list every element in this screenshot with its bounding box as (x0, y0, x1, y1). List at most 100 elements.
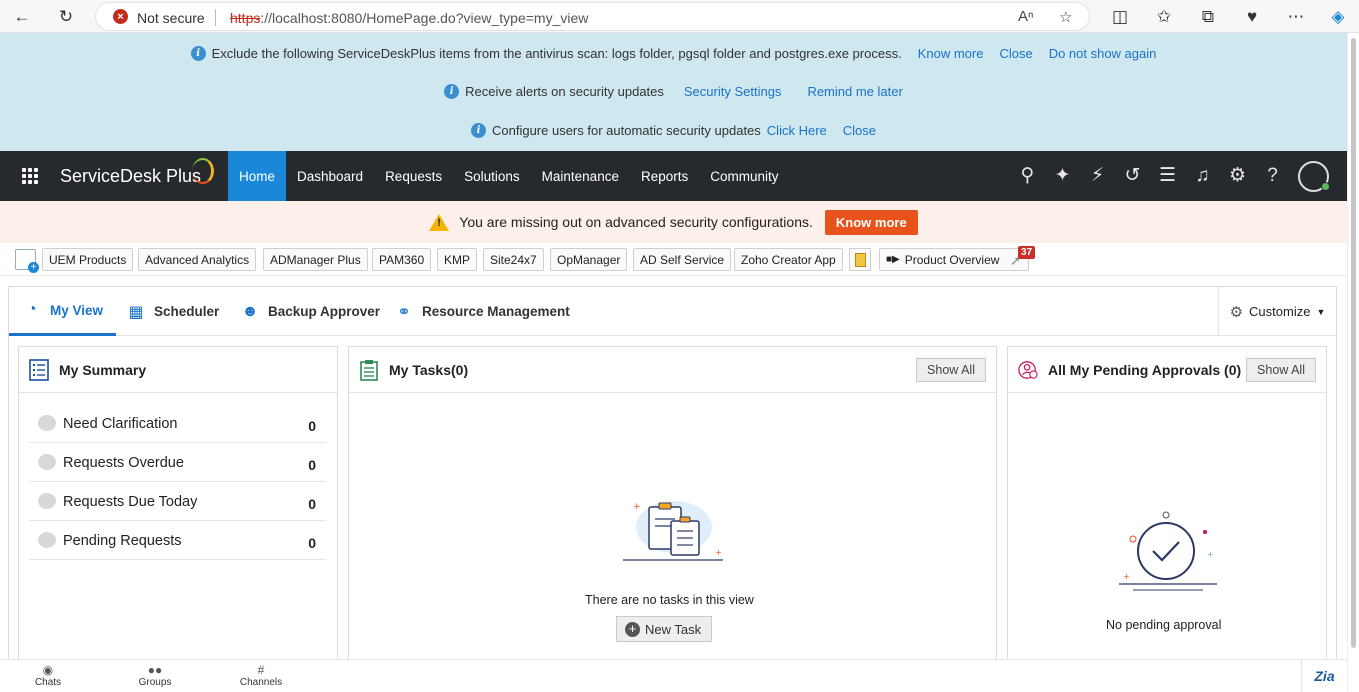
pie-chart-icon: ◔ (27, 301, 37, 318)
close-link[interactable]: Close (999, 46, 1032, 61)
url-protocol: https (230, 10, 261, 26)
view-tabs: ◔ My View ▦ Scheduler ☻ Backup Approver … (9, 287, 1336, 336)
settings-gear-icon[interactable]: ⚙ (1225, 163, 1250, 188)
tab-resource-management[interactable]: ⚭ Resource Management (394, 287, 570, 336)
know-more-button[interactable]: Know more (824, 209, 918, 235)
favorite-star-icon[interactable]: ☆ (1059, 8, 1072, 26)
url-text[interactable]: https://localhost:8080/HomePage.do?view_… (230, 10, 588, 26)
quick-link-product-overview[interactable]: ■▶ Product Overview (879, 248, 1029, 271)
tab-my-view[interactable]: ◔ My View (9, 287, 117, 336)
summary-row-requests-due-today[interactable]: Requests Due Today 0 (29, 482, 326, 521)
search-icon[interactable]: ⚲ (1015, 163, 1040, 188)
address-bar[interactable]: × Not secure https://localhost:8080/Home… (95, 2, 1090, 31)
click-here-link[interactable]: Click Here (767, 123, 827, 138)
help-icon[interactable]: ? (1260, 163, 1285, 188)
summary-list-icon (29, 359, 49, 381)
video-camera-icon: ■▶ (886, 254, 900, 265)
close-link[interactable]: Close (843, 123, 876, 138)
summary-row-count[interactable]: 0 (308, 535, 316, 551)
not-secure-icon[interactable]: × (113, 9, 128, 24)
nav-solutions[interactable]: Solutions (453, 151, 531, 201)
refresh-icon[interactable]: ↻ (55, 6, 77, 28)
quick-link-site24x7[interactable]: Site24x7 (483, 248, 544, 271)
user-check-icon: ☻ (241, 302, 259, 320)
favorites-icon[interactable]: ✩ (1153, 6, 1175, 28)
do-not-show-again-link[interactable]: Do not show again (1049, 46, 1157, 61)
summary-row-count[interactable]: 0 (308, 418, 316, 434)
quick-link-pam360[interactable]: PAM360 (372, 248, 432, 271)
info-icon: i (470, 123, 486, 138)
tab-backup-approver[interactable]: ☻ Backup Approver (240, 287, 380, 336)
quick-link-advanced-analytics[interactable]: Advanced Analytics (138, 248, 257, 271)
add-quick-link-icon[interactable] (15, 249, 39, 273)
notice-antivirus: i Exclude the following ServiceDeskPlus … (0, 46, 1347, 61)
nav-maintenance[interactable]: Maintenance (531, 151, 630, 201)
summary-row-label: Requests Due Today (63, 494, 198, 510)
summary-row-count[interactable]: 0 (308, 496, 316, 512)
summary-row-requests-overdue[interactable]: Requests Overdue 0 (29, 443, 326, 482)
copilot-icon[interactable]: ◈ (1327, 6, 1349, 28)
summary-row-count[interactable]: 0 (308, 457, 316, 473)
quick-link-ad-self-service[interactable]: AD Self Service (633, 248, 732, 271)
nav-requests[interactable]: Requests (374, 151, 453, 201)
tab-scheduler-label: Scheduler (154, 304, 220, 319)
collections-icon[interactable]: ⧉ (1197, 6, 1219, 28)
channels-button[interactable]: # Channels (231, 664, 291, 689)
home-panel: ◔ My View ▦ Scheduler ☻ Backup Approver … (8, 286, 1337, 666)
nav-dashboard[interactable]: Dashboard (286, 151, 374, 201)
notes-icon[interactable] (849, 248, 871, 271)
notice-alerts: i Receive alerts on security updates Sec… (0, 84, 1347, 99)
remind-me-later-link[interactable]: Remind me later (807, 84, 902, 99)
quick-link-uem-products[interactable]: UEM Products (42, 248, 134, 271)
tab-backup-approver-label: Backup Approver (268, 304, 381, 319)
clipboard-icon (360, 360, 378, 381)
know-more-link[interactable]: Know more (918, 46, 984, 61)
quick-link-kmp[interactable]: KMP (437, 248, 478, 271)
brand-logo[interactable]: ServiceDesk Plus (60, 166, 201, 187)
nav-reports[interactable]: Reports (630, 151, 699, 201)
ai-sparkle-icon[interactable]: ✦ (1050, 163, 1075, 188)
info-icon: i (444, 84, 460, 99)
summary-row-label: Need Clarification (63, 416, 178, 432)
empty-approvals-illustration-icon: + + (1119, 511, 1217, 591)
quick-link-opmanager[interactable]: OpManager (550, 248, 628, 271)
chats-label: Chats (34, 677, 62, 688)
pending-approvals-header: All My Pending Approvals (0) Show All (1008, 347, 1326, 393)
customize-button[interactable]: ⚙ Customize ▼ (1218, 287, 1336, 336)
tasks-show-all-button[interactable]: Show All (916, 358, 986, 382)
main-navigation: ServiceDesk Plus Home Dashboard Requests… (0, 151, 1347, 201)
app-grid-icon[interactable] (22, 168, 38, 184)
quick-actions-icon[interactable]: ⚡ (1085, 163, 1110, 188)
security-settings-link[interactable]: Security Settings (684, 84, 782, 99)
summary-row-need-clarification[interactable]: Need Clarification 0 (29, 404, 326, 443)
scrollbar-thumb[interactable] (1351, 38, 1356, 648)
quick-link-zoho-creator-app[interactable]: Zoho Creator App (734, 248, 843, 271)
my-tasks-widget: My Tasks(0) Show All + + There are no ta… (348, 346, 997, 666)
notifications-bell-icon[interactable]: ♫ (1190, 163, 1215, 188)
quick-link-admanager-plus[interactable]: ADManager Plus (263, 248, 368, 271)
zia-assistant-icon[interactable]: Zia (1301, 660, 1347, 692)
approver-user-icon (1018, 361, 1038, 379)
approvals-show-all-button[interactable]: Show All (1246, 358, 1316, 382)
url-separator (215, 9, 216, 26)
browser-essentials-icon[interactable]: ♥ (1241, 6, 1263, 28)
history-icon[interactable]: ↺ (1120, 163, 1145, 188)
summary-row-pending-requests[interactable]: Pending Requests 0 (29, 521, 326, 560)
tasks-checklist-icon[interactable]: ☰ (1155, 163, 1180, 188)
svg-text:+: + (633, 502, 641, 512)
nav-community[interactable]: Community (699, 151, 789, 201)
online-status-icon (1321, 182, 1330, 191)
gear-icon: ⚙ (1229, 303, 1244, 321)
quick-links-bar: UEM Products Advanced Analytics ADManage… (0, 243, 1347, 276)
chats-button[interactable]: ◉ Chats (18, 664, 78, 689)
tab-scheduler[interactable]: ▦ Scheduler (126, 287, 219, 336)
split-screen-icon[interactable]: ◫ (1109, 6, 1131, 28)
more-menu-icon[interactable]: ⋯ (1285, 6, 1307, 28)
back-icon[interactable]: ← (11, 6, 33, 28)
pending-requests-icon (38, 532, 56, 548)
new-task-button[interactable]: + New Task (616, 616, 713, 642)
not-secure-label[interactable]: Not secure (137, 10, 205, 26)
groups-button[interactable]: ●● Groups (125, 664, 185, 689)
nav-home[interactable]: Home (228, 151, 287, 201)
read-aloud-icon[interactable]: Aⁿ (1018, 8, 1033, 25)
